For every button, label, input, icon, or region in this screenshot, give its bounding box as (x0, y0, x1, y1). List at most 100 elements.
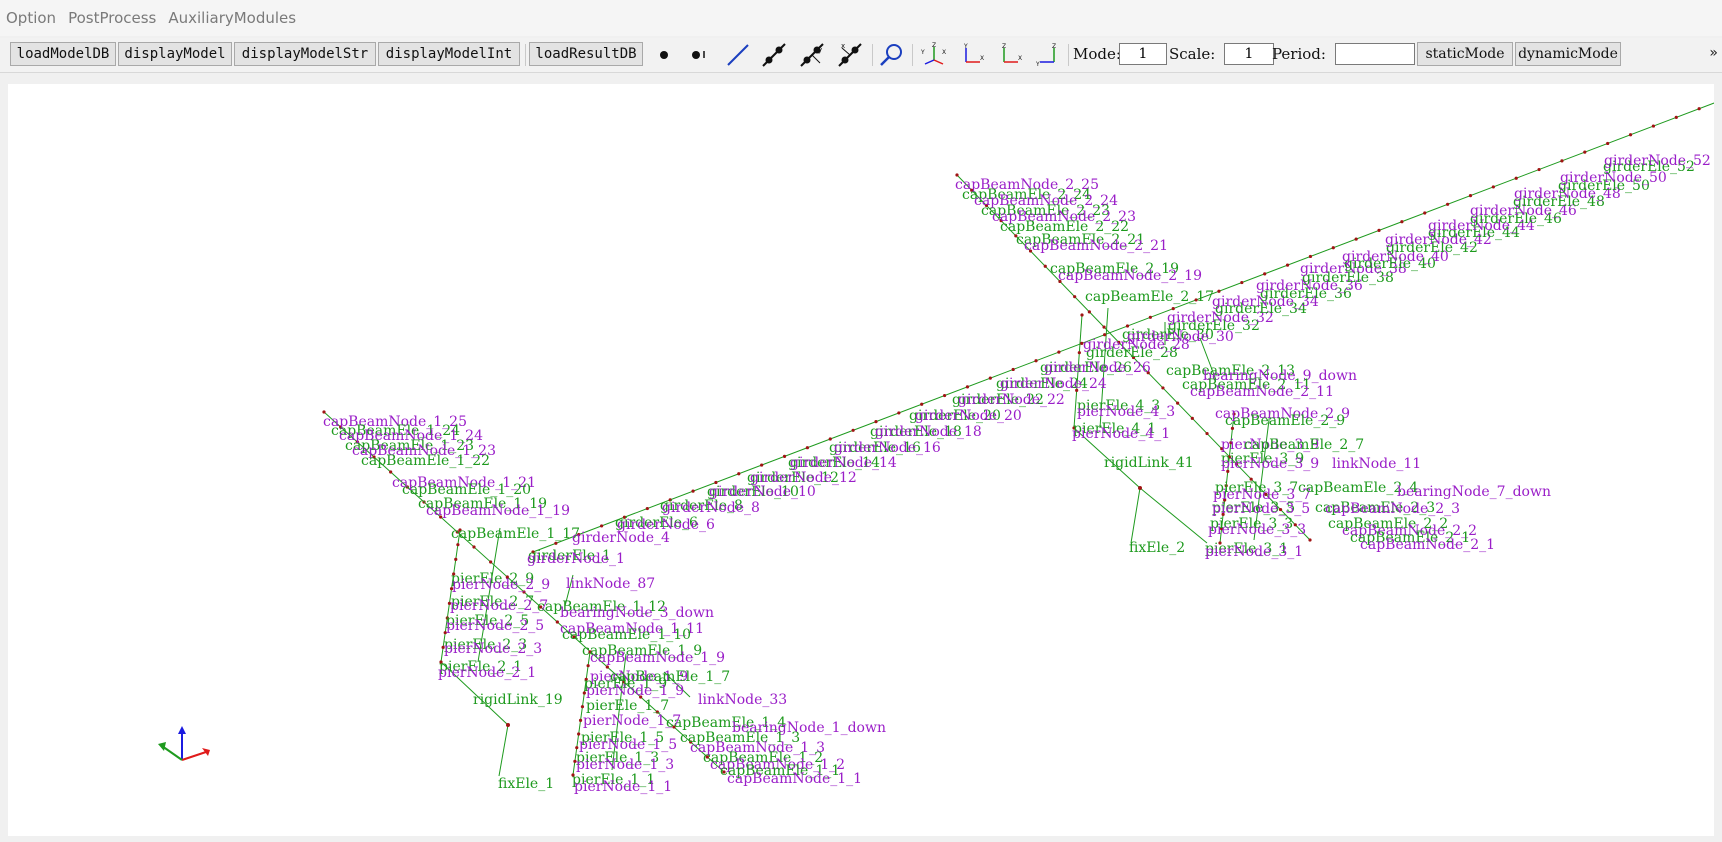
node-point (1537, 167, 1541, 172)
axis-z-arrow (158, 742, 166, 751)
axis-z-line (161, 745, 183, 761)
element-line (1139, 487, 1208, 544)
node-point (1400, 220, 1404, 224)
svg-text:Y: Y (1035, 61, 1040, 68)
element-label: capBeamEle_2_9 (1225, 413, 1345, 429)
node-label: capBeamNode_1_19 (426, 503, 570, 519)
node-dot-icon[interactable] (650, 42, 678, 68)
mode-label: Mode: (1073, 45, 1121, 63)
node-point (554, 541, 558, 545)
toolbar-overflow-button[interactable]: » (1709, 45, 1718, 61)
node-label: linkNode_87 (566, 576, 655, 592)
menu-option[interactable]: Option (0, 9, 62, 27)
node-label: pierNode_1_1 (574, 779, 672, 795)
node-point (1628, 133, 1633, 137)
node-label: pierNode_2_7 (450, 598, 548, 614)
node-point (1423, 211, 1427, 215)
scale-input[interactable] (1224, 43, 1274, 65)
element-label: fixEle_2 (1129, 540, 1185, 556)
node-point (454, 557, 458, 561)
menu-auxiliary-modules[interactable]: AuxiliaryModules (162, 9, 302, 27)
element-local-axis-icon[interactable]: y (798, 42, 826, 68)
node-point (1087, 310, 1091, 314)
node-label: pierNode_1_3 (576, 757, 674, 773)
line-icon[interactable] (724, 42, 752, 68)
node-label: pierNode_1_9 (586, 683, 684, 699)
node-point (1377, 228, 1381, 232)
node-point (489, 560, 493, 564)
axis-triad-icon (158, 726, 210, 761)
dynamic-mode-button[interactable]: dynamicMode (1515, 42, 1621, 66)
static-mode-button[interactable]: staticMode (1417, 42, 1513, 66)
node-point (805, 446, 809, 450)
node-point (1190, 416, 1194, 420)
node-point (1138, 486, 1142, 490)
node-label: pierNode_2_9 (452, 577, 550, 593)
node-point (1077, 351, 1081, 355)
toolbar-separator (1068, 44, 1069, 66)
node-point (599, 524, 604, 528)
view-xz-icon[interactable]: ZX (996, 42, 1024, 68)
node-label: pierNode_3_5 (1212, 501, 1310, 517)
node-point (1697, 107, 1701, 111)
node-label: girderNode_26 (1044, 360, 1151, 376)
period-input[interactable] (1335, 43, 1415, 65)
svg-text:Y: Y (963, 43, 968, 50)
node-label: pierNode_3_3 (1208, 522, 1306, 538)
node-point (1468, 194, 1473, 198)
element-label: fixEle_1 (498, 776, 554, 792)
load-model-db-button[interactable]: loadModelDB (10, 42, 116, 66)
model-viewport[interactable]: capBeamNode_2_25 capBeamEle_2_24 capBeamNo… (8, 84, 1714, 836)
mode-input[interactable] (1119, 43, 1167, 65)
node-label: pierNode_2_5 (446, 618, 544, 634)
node-label: girderNode_22 (958, 392, 1065, 408)
display-model-str-button[interactable]: displayModelStr (234, 42, 376, 66)
node-point (851, 428, 855, 432)
display-model-button[interactable]: displayModel (118, 42, 232, 66)
node-point (472, 545, 476, 549)
node-point (1057, 350, 1061, 354)
element-axis-2-icon[interactable]: x (836, 42, 864, 68)
node-point (1308, 538, 1312, 542)
node-point (782, 454, 787, 458)
node-point (1583, 150, 1587, 154)
node-point (555, 620, 559, 624)
view-yz-icon[interactable]: ZY X (920, 42, 948, 68)
node-label: girderNode_10 (709, 484, 816, 500)
node-label: linkNode_33 (698, 692, 787, 708)
view-3d-icon[interactable]: ZY (1034, 42, 1062, 68)
svg-text:x: x (841, 42, 845, 50)
view-xy-icon[interactable]: YX (958, 42, 986, 68)
node-point (580, 705, 585, 709)
node-point (1674, 115, 1678, 119)
scale-label: Scale: (1169, 45, 1216, 63)
node-point (577, 732, 581, 736)
node-point (1331, 246, 1335, 250)
node-label: girderNode_6 (617, 517, 715, 533)
load-result-db-button[interactable]: loadResultDB (529, 42, 643, 66)
toolbar-separator (872, 44, 873, 66)
node-point (1176, 401, 1180, 405)
node-label: capBeamNode_2_11 (1190, 384, 1334, 400)
svg-text:Z: Z (1052, 43, 1056, 50)
node-point (1514, 176, 1518, 180)
element-label: capBeamEle_1_17 (451, 526, 580, 542)
element-label: capBeamEle_1_10 (562, 627, 691, 643)
node-label: pierNode_4_1 (1072, 426, 1170, 442)
display-model-int-button[interactable]: displayModelInt (378, 42, 520, 66)
element-label: pierEle_1_7 (586, 698, 669, 714)
node-point (942, 393, 947, 398)
element-icon[interactable] (760, 42, 788, 68)
toolbar: loadModelDB displayModel displayModelStr… (0, 38, 1722, 73)
node-label: girderNode_20 (915, 408, 1022, 424)
node-label-icon[interactable] (684, 42, 712, 68)
model-canvas[interactable]: capBeamNode_2_25capBeamEle_2_24capBeamNo… (8, 84, 1714, 836)
period-label: Period: (1272, 45, 1326, 63)
zoom-icon[interactable] (878, 42, 906, 68)
node-point (1148, 315, 1152, 319)
node-point (1446, 202, 1450, 206)
node-label: capBeamNode_2_21 (1024, 238, 1168, 254)
node-label: girderNode_14 (790, 455, 897, 471)
node-point (1354, 237, 1358, 241)
menu-postprocess[interactable]: PostProcess (62, 9, 162, 27)
